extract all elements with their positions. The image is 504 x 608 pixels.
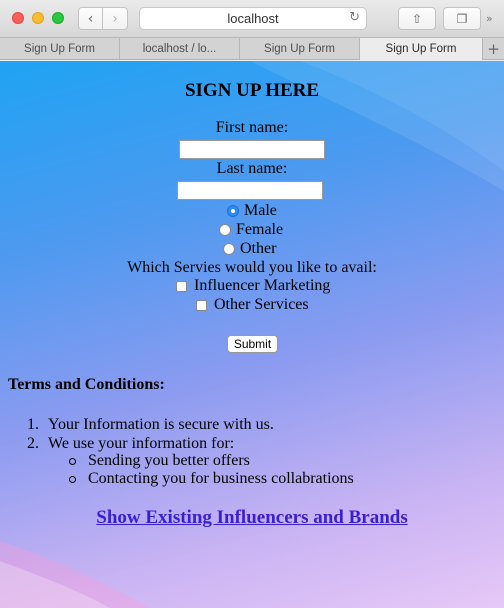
circle-bullet-icon [69, 457, 76, 465]
share-icon: ⇧ [411, 11, 423, 26]
radio-male[interactable] [227, 205, 239, 217]
gender-option-male[interactable]: Male [227, 202, 277, 220]
minimize-window-button[interactable] [32, 12, 44, 24]
browser-toolbar: ‹ › localhost ↻ ⇧ ❐ » [0, 0, 504, 38]
submit-button[interactable]: Submit [227, 335, 278, 353]
list-text: Contacting you for business collabration… [88, 470, 354, 487]
list-item: 1. Your Information is secure with us. [27, 415, 274, 434]
radio-other[interactable] [223, 243, 235, 255]
tab-bar: Sign Up Form localhost / lo... Sign Up F… [0, 38, 504, 60]
last-name-input[interactable] [177, 181, 323, 200]
list-number: 1. [27, 415, 39, 433]
last-name-label: Last name: [216, 160, 288, 177]
list-item: Contacting you for business collabration… [69, 470, 354, 488]
service-option-influencer-marketing[interactable]: Influencer Marketing [176, 277, 330, 295]
list-number: 2. [27, 434, 39, 452]
tab-sign-up-form-2[interactable]: Sign Up Form [240, 38, 360, 60]
gender-label-female: Female [236, 221, 284, 238]
forward-button[interactable]: › [103, 7, 128, 30]
service-label-other-services: Other Services [214, 296, 309, 313]
tab-label: Sign Up Form [385, 43, 457, 55]
tab-sign-up-form-active[interactable]: Sign Up Form [360, 38, 483, 60]
gender-label-male: Male [244, 202, 277, 219]
reload-icon[interactable]: ↻ [349, 10, 360, 25]
chevron-right-icon: › [112, 10, 118, 27]
show-influencers-link[interactable]: Show Existing Influencers and Brands [0, 507, 504, 529]
tab-label: Sign Up Form [264, 43, 335, 55]
page-title: SIGN UP HERE [184, 80, 320, 101]
chevron-left-icon: ‹ [87, 10, 94, 27]
gender-option-other[interactable]: Other [223, 240, 276, 258]
services-label: Which Servies would you like to avail: [127, 259, 377, 276]
page-content: SIGN UP HERE First name: Last name: Male… [0, 61, 504, 608]
new-tab-icon[interactable]: + [483, 38, 504, 60]
list-item: 2. We use your information for: [27, 434, 274, 453]
zoom-window-button[interactable] [52, 12, 64, 24]
more-toolbar-icon[interactable]: » [486, 12, 493, 25]
list-text: Sending you better offers [88, 452, 250, 469]
list-text: We use your information for: [48, 434, 235, 452]
address-bar-text: localhost [227, 11, 279, 26]
tab-localhost[interactable]: localhost / lo... [120, 38, 240, 60]
circle-bullet-icon [69, 475, 76, 483]
list-text: Your Information is secure with us. [48, 415, 274, 433]
uses-list: Sending you better offers Contacting you… [69, 452, 354, 488]
checkbox-other-services[interactable] [196, 299, 207, 311]
terms-title: Terms and Conditions: [8, 376, 165, 393]
first-name-label: First name: [215, 119, 289, 136]
gender-label-other: Other [240, 240, 277, 257]
address-bar[interactable]: localhost ↻ [139, 7, 367, 30]
radio-female[interactable] [219, 224, 231, 236]
tab-label: localhost / lo... [142, 43, 217, 55]
close-window-button[interactable] [12, 12, 24, 24]
share-button[interactable]: ⇧ [398, 7, 436, 30]
tab-sign-up-form-1[interactable]: Sign Up Form [0, 38, 120, 60]
list-item: Sending you better offers [69, 452, 354, 470]
tabs-icon: ❐ [456, 11, 468, 26]
show-tabs-button[interactable]: ❐ [443, 7, 481, 30]
first-name-input[interactable] [179, 140, 325, 159]
back-button[interactable]: ‹ [78, 7, 103, 30]
tab-label: Sign Up Form [24, 43, 95, 55]
gender-option-female[interactable]: Female [219, 221, 283, 239]
terms-list: 1. Your Information is secure with us. 2… [27, 415, 274, 453]
service-label-influencer-marketing: Influencer Marketing [194, 277, 331, 294]
service-option-other-services[interactable]: Other Services [196, 296, 309, 314]
checkbox-influencer-marketing[interactable] [176, 280, 187, 292]
